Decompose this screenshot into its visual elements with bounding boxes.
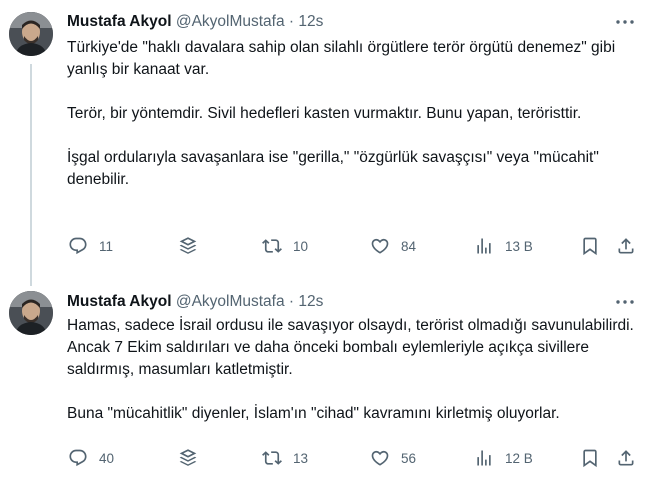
repost-count: 10	[293, 238, 309, 254]
share-button[interactable]	[616, 441, 636, 475]
avatar[interactable]	[9, 12, 53, 56]
bookmark-icon	[583, 449, 597, 468]
like-count: 84	[401, 238, 417, 254]
bookmark-icon	[583, 237, 597, 256]
tweet-paragraph: Terör, bir yöntemdir. Sivil hedefleri ka…	[67, 105, 582, 122]
reply-count: 40	[99, 450, 115, 466]
tweet-text: Hamas, sadece İsrail ordusu ile savaşıyo…	[67, 315, 639, 425]
tweet-paragraph: Hamas, sadece İsrail ordusu ile savaşıyo…	[67, 317, 634, 378]
reply-icon	[69, 237, 87, 255]
author-name[interactable]: Mustafa Akyol	[67, 13, 172, 30]
reply-button[interactable]: 11	[68, 229, 113, 263]
like-count: 56	[401, 450, 417, 466]
tweet-paragraph: İşgal ordularıyla savaşanlara ise "geril…	[67, 149, 599, 188]
grok-button[interactable]	[178, 229, 198, 263]
views-count: 13 B	[505, 238, 533, 254]
grok-button[interactable]	[178, 441, 198, 475]
repost-icon	[262, 451, 282, 465]
tweet-1[interactable]: Mustafa Akyol @AkyolMustafa · 12s Türkiy…	[0, 0, 650, 280]
bookmark-button[interactable]	[580, 229, 600, 263]
more-horizontal-icon	[616, 300, 634, 304]
repost-count: 13	[293, 450, 309, 466]
reply-button[interactable]: 40	[68, 441, 114, 475]
share-icon	[618, 450, 634, 466]
author-handle[interactable]: @AkyolMustafa	[176, 13, 285, 30]
separator-dot: ·	[288, 13, 295, 30]
repost-icon	[262, 239, 282, 253]
views-icon	[477, 238, 491, 254]
like-icon	[371, 450, 389, 466]
separator-dot: ·	[288, 293, 295, 310]
repost-button[interactable]: 10	[262, 229, 308, 263]
views-icon	[477, 450, 491, 466]
reply-icon	[69, 449, 87, 467]
tweet-actions: 11 10 84 13 B	[60, 229, 646, 263]
avatar[interactable]	[9, 291, 53, 335]
views-button[interactable]: 13 B	[474, 229, 533, 263]
views-button[interactable]: 12 B	[474, 441, 533, 475]
timestamp[interactable]: 12s	[298, 293, 323, 310]
like-icon	[371, 238, 389, 254]
reply-count: 11	[99, 238, 114, 254]
grok-icon	[179, 237, 197, 254]
grok-icon	[179, 449, 197, 466]
share-icon	[618, 238, 634, 254]
author-handle[interactable]: @AkyolMustafa	[176, 293, 285, 310]
author-name[interactable]: Mustafa Akyol	[67, 293, 172, 310]
tweet-text: Türkiye'de "haklı davalara sahip olan si…	[67, 37, 639, 191]
tweet-paragraph: Türkiye'de "haklı davalara sahip olan si…	[67, 39, 616, 78]
more-options-button[interactable]	[614, 292, 636, 312]
tweet-2[interactable]: Mustafa Akyol @AkyolMustafa · 12s Hamas,…	[0, 280, 650, 479]
tweet-header: Mustafa Akyol @AkyolMustafa · 12s	[67, 292, 323, 312]
like-button[interactable]: 56	[370, 441, 416, 475]
more-horizontal-icon	[616, 20, 634, 24]
tweet-actions: 40 13 56 12 B	[60, 441, 646, 475]
like-button[interactable]: 84	[370, 229, 416, 263]
share-button[interactable]	[616, 229, 636, 263]
views-count: 12 B	[505, 450, 533, 466]
repost-button[interactable]: 13	[262, 441, 308, 475]
tweet-header: Mustafa Akyol @AkyolMustafa · 12s	[67, 12, 323, 32]
bookmark-button[interactable]	[580, 441, 600, 475]
timestamp[interactable]: 12s	[298, 13, 323, 30]
tweet-paragraph: Buna "mücahitlik" diyenler, İslam'ın "ci…	[67, 405, 560, 422]
more-options-button[interactable]	[614, 12, 636, 32]
